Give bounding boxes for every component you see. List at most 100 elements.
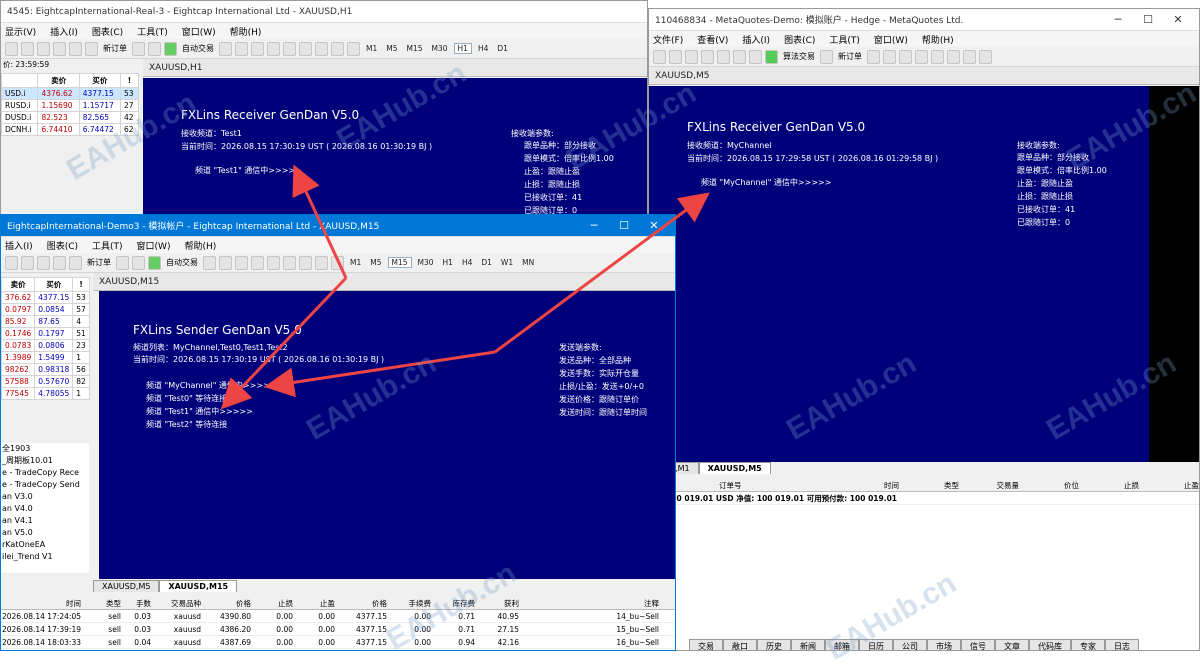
zoom-in-icon[interactable] (915, 49, 928, 64)
timeframe-d1[interactable]: D1 (478, 258, 495, 267)
auto-trading-icon[interactable] (148, 255, 161, 270)
close-icon[interactable]: ✕ (1163, 13, 1193, 26)
market-watch-icon[interactable] (685, 49, 698, 64)
nav-item[interactable]: an V4.0 (1, 503, 89, 515)
timeframe-m30[interactable]: M30 (429, 44, 451, 53)
menu-item[interactable]: 显示(V) (5, 25, 36, 38)
bar-chart-icon[interactable] (219, 41, 232, 56)
new-chart-icon[interactable] (5, 255, 18, 270)
mw-row[interactable]: RUSD.i 1.15690 1.15717 27 (1, 99, 139, 112)
metaeditor-icon[interactable] (116, 255, 129, 270)
chart-m15-canvas[interactable]: FXLins Sender GenDan V5.0 频道列表：MyChannel… (99, 291, 675, 579)
profiles-icon[interactable] (21, 41, 34, 56)
vps-icon[interactable] (749, 49, 762, 64)
mt4-real-titlebar[interactable]: 4545: EightcapInternational-Real-3 - Eig… (1, 1, 647, 23)
menu-item[interactable]: 工具(T) (92, 239, 123, 252)
templates-icon[interactable] (347, 41, 360, 56)
menu-item[interactable]: 查看(V) (697, 33, 728, 46)
toolbox-tab[interactable]: 日志 (1105, 639, 1139, 650)
nav-item[interactable]: an V4.1 (1, 515, 89, 527)
auto-trading-icon[interactable] (164, 41, 177, 56)
nav-item[interactable]: 全1903 (1, 443, 89, 455)
timeframe-mn[interactable]: MN (519, 258, 537, 267)
toolbox-tab[interactable]: 新闻 (791, 639, 825, 650)
menu-item[interactable]: 帮助(H) (184, 239, 216, 252)
bar-chart-icon[interactable] (867, 49, 880, 64)
timeframe-m15[interactable]: M15 (404, 44, 426, 53)
minimize-icon[interactable]: ─ (579, 219, 609, 232)
navigator-icon[interactable] (53, 41, 66, 56)
new-chart-icon[interactable] (653, 49, 666, 64)
minimize-icon[interactable]: ─ (1103, 13, 1133, 26)
timeframe-m15[interactable]: M15 (387, 257, 412, 268)
menu-item[interactable]: 文件(F) (653, 33, 683, 46)
toolbox-tab[interactable]: 代码库 (1029, 639, 1071, 650)
signals-icon[interactable] (148, 41, 161, 56)
indicators-icon[interactable] (299, 255, 312, 270)
mt4-demo-titlebar[interactable]: EightcapInternational-Demo3 - 模拟帐户 - Eig… (1, 215, 675, 237)
line-chart-icon[interactable] (251, 41, 264, 56)
templates-icon[interactable] (331, 255, 344, 270)
periods-icon[interactable] (331, 41, 344, 56)
new-order-button[interactable]: 新订单 (836, 50, 864, 64)
menu-item[interactable]: 工具(T) (829, 33, 860, 46)
mw-row[interactable]: USD.i 4376.62 4377.15 53 (1, 87, 139, 100)
ide-icon[interactable] (717, 49, 730, 64)
menu-item[interactable]: 帮助(H) (922, 33, 954, 46)
timeframe-m5[interactable]: M5 (383, 44, 400, 53)
menu-item[interactable]: 图表(C) (784, 33, 815, 46)
chart-tab[interactable]: XAUUSD,M15 (159, 580, 238, 592)
timeframe-m30[interactable]: M30 (415, 258, 437, 267)
menu-item[interactable]: 插入(I) (5, 239, 33, 252)
metaeditor-icon[interactable] (132, 41, 145, 56)
line-chart-icon[interactable] (235, 255, 248, 270)
mw-row[interactable]: 0.0783 0.0806 23 (1, 339, 90, 352)
timeframe-m1[interactable]: M1 (347, 258, 364, 267)
timeframe-h4[interactable]: H4 (459, 258, 475, 267)
zoom-out-icon[interactable] (267, 255, 280, 270)
timeframe-h4[interactable]: H4 (475, 44, 491, 53)
new-order-button[interactable]: 新订单 (101, 42, 129, 56)
nav-item[interactable]: e - TradeCopy Rece (1, 467, 89, 479)
mw-row[interactable]: 0.1746 0.1797 51 (1, 327, 90, 340)
zoom-out-icon[interactable] (283, 41, 296, 56)
mw-row[interactable]: 98262 0.98318 56 (1, 363, 90, 376)
menu-item[interactable]: 工具(T) (137, 25, 168, 38)
trade-row[interactable]: 2026.08.14 17:24:05 sell 0.03 xauusd 439… (1, 610, 675, 623)
tile-icon[interactable] (299, 41, 312, 56)
tile-icon[interactable] (947, 49, 960, 64)
timeframe-h1[interactable]: H1 (440, 258, 456, 267)
zoom-in-icon[interactable] (251, 255, 264, 270)
toolbox-tab[interactable]: 文章 (995, 639, 1029, 650)
candle-chart-icon[interactable] (235, 41, 248, 56)
auto-trading-button[interactable]: 自动交易 (180, 42, 216, 56)
timeframe-w1[interactable]: W1 (498, 258, 516, 267)
menu-item[interactable]: 窗口(W) (182, 25, 216, 38)
toolbox-tab[interactable]: 信号 (961, 639, 995, 650)
chart-h1-titlebar[interactable]: XAUUSD,H1 (143, 59, 647, 77)
timeframe-h1[interactable]: H1 (453, 43, 472, 54)
maximize-icon[interactable]: ☐ (1133, 13, 1163, 26)
mw-row[interactable]: 1.3989 1.5499 1 (1, 351, 90, 364)
timeframe-d1[interactable]: D1 (494, 44, 511, 53)
tile-icon[interactable] (283, 255, 296, 270)
lock-icon[interactable] (733, 49, 746, 64)
periods-icon[interactable] (315, 255, 328, 270)
auto-trading-button[interactable]: 自动交易 (164, 256, 200, 270)
chart-tab[interactable]: XAUUSD,M5 (698, 462, 771, 474)
toolbox-tab[interactable]: 市场 (927, 639, 961, 650)
line-chart-icon[interactable] (899, 49, 912, 64)
trade-row[interactable]: 2026.08.14 17:39:19 sell 0.03 xauusd 438… (1, 623, 675, 636)
chart-m5-titlebar[interactable]: XAUUSD,M5 (649, 67, 1199, 85)
menu-item[interactable]: 插入(I) (50, 25, 78, 38)
close-icon[interactable]: ✕ (639, 219, 669, 232)
indicators-icon[interactable] (315, 41, 328, 56)
terminal-icon[interactable] (69, 255, 82, 270)
menu-item[interactable]: 图表(C) (92, 25, 123, 38)
profiles-icon[interactable] (21, 255, 34, 270)
toolbox-tab[interactable]: 历史 (757, 639, 791, 650)
candle-chart-icon[interactable] (883, 49, 896, 64)
menu-item[interactable]: 窗口(W) (874, 33, 908, 46)
zoom-in-icon[interactable] (267, 41, 280, 56)
menu-item[interactable]: 帮助(H) (230, 25, 262, 38)
